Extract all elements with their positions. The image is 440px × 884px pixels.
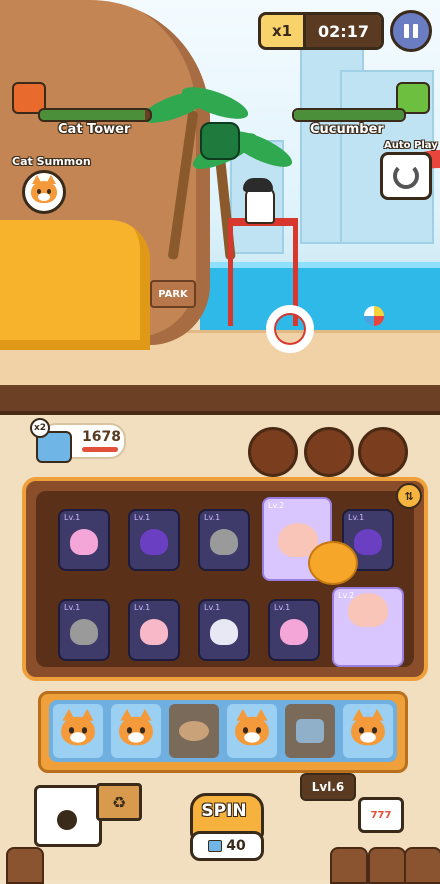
spin-button[interactable]: SPIN 40 [184, 785, 264, 861]
slot-machine-button[interactable]: 777 [358, 797, 404, 833]
spin-reel [38, 691, 408, 773]
beach-ball [364, 306, 384, 326]
reel-slot-cat [343, 704, 393, 758]
empty-slot-hole[interactable] [248, 427, 298, 477]
cucumber-label: Cucumber [310, 122, 384, 137]
reel-slot-cat [111, 704, 161, 758]
enemy-cat-mask [200, 122, 240, 160]
empty-slot-hole[interactable] [304, 427, 354, 477]
cat-card[interactable]: Lv.1 [198, 509, 250, 571]
cat-card[interactable]: Lv.1 [268, 599, 320, 661]
coin-value: 1678 [82, 429, 121, 445]
spin-label: SPIN [201, 801, 247, 821]
cat-face-icon [351, 708, 385, 746]
fence-post [404, 847, 440, 884]
park-sign: PARK [150, 280, 196, 308]
cat-house-button[interactable] [34, 785, 102, 847]
refresh-icon [393, 163, 419, 189]
reel-slot-fish [169, 704, 219, 758]
spin-reel-slots [49, 700, 397, 762]
fence-post [6, 847, 44, 884]
battle-timer: x1 02:17 [258, 12, 384, 50]
coin-progress-bar [82, 447, 118, 452]
cat-face-icon [31, 175, 57, 203]
fence-post [368, 847, 406, 884]
cat-card[interactable]: Lv.1 [58, 509, 110, 571]
cat-face-icon [61, 708, 95, 746]
recycle-sign-button[interactable]: ♻ [96, 783, 142, 821]
cat-face-icon [235, 708, 269, 746]
character-hair [243, 178, 273, 192]
speed-toggle[interactable]: x1 [261, 15, 306, 47]
life-ring [266, 305, 314, 353]
tutorial-paw-pointer [308, 541, 358, 585]
cucumber-hp-bar [292, 108, 406, 122]
paw-icon [57, 810, 77, 830]
spin-cost: 40 [190, 831, 264, 861]
pause-icon [404, 24, 409, 38]
pause-button[interactable] [390, 10, 432, 52]
cucumber-hp-fill [294, 110, 404, 120]
cat-card[interactable]: Lv.1 [128, 599, 180, 661]
cat-face-icon [119, 708, 153, 746]
player-level: Lvl.6 [300, 773, 356, 801]
merge-board-grid: Lv.1 Lv.1 Lv.1 Lv.2 Lv.1 Lv.1 Lv.1 Lv.1 … [36, 491, 414, 667]
reel-slot-cat [227, 704, 277, 758]
empty-slot-hole[interactable] [358, 427, 408, 477]
cat-food-can-icon [296, 719, 324, 743]
cat-tower-label: Cat Tower [58, 122, 131, 137]
auto-play-label: Auto Play [384, 140, 438, 151]
auto-play-button[interactable] [380, 152, 432, 200]
cat-card[interactable]: Lv.1 [58, 599, 110, 661]
cat-food-can-icon [208, 840, 223, 852]
merge-panel: 1678 x2 Lv.1 Lv.1 Lv.1 Lv.2 Lv.1 Lv.1 Lv… [0, 385, 440, 884]
cat-card[interactable]: Lv.1 [128, 509, 180, 571]
fence-post [330, 847, 368, 884]
cat-tower-hp-fill [40, 110, 145, 120]
cat-summon-button[interactable] [22, 170, 66, 214]
cat-card[interactable]: Lv.1 [198, 599, 250, 661]
cat-tower-hp-bar [38, 108, 152, 122]
coin-multiplier-badge: x2 [30, 418, 50, 438]
sort-button[interactable]: ⇅ [396, 483, 422, 509]
cat-card-dragging[interactable]: Lv.2 [332, 587, 404, 667]
fish-icon [179, 721, 209, 741]
reel-slot-can [285, 704, 335, 758]
cat-summon-label: Cat Summon [12, 155, 91, 168]
reel-slot-cat [53, 704, 103, 758]
panel-divider [0, 385, 440, 415]
merge-board: Lv.1 Lv.1 Lv.1 Lv.2 Lv.1 Lv.1 Lv.1 Lv.1 … [22, 477, 428, 681]
battle-scene: PARK Cat Tower Cucumber x1 02:17 Auto Pl… [0, 0, 440, 385]
timer-value: 02:17 [306, 15, 381, 47]
yellow-slide [0, 220, 150, 350]
